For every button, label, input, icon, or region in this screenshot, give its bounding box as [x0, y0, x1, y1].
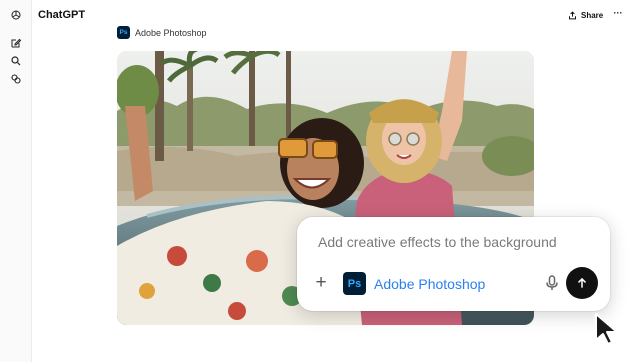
photoshop-logo-icon: Ps: [343, 272, 366, 295]
share-button[interactable]: Share: [568, 8, 603, 23]
share-icon: [569, 11, 576, 20]
apps-icon[interactable]: [8, 71, 24, 87]
search-icon[interactable]: [8, 53, 24, 69]
photoshop-logo-icon: Ps: [117, 26, 130, 39]
more-options-button[interactable]: ···: [611, 8, 625, 22]
app-attribution-label: Adobe Photoshop: [135, 27, 207, 38]
sidebar-rail: [0, 0, 32, 362]
mouse-cursor-icon: [595, 313, 618, 345]
message-composer: Add creative effects to the background +…: [297, 217, 610, 311]
send-button[interactable]: [566, 267, 598, 299]
new-chat-icon[interactable]: [8, 35, 24, 51]
share-label: Share: [581, 11, 604, 20]
app-title[interactable]: ChatGPT: [38, 9, 85, 21]
app-attribution[interactable]: Ps Adobe Photoshop: [117, 26, 207, 39]
openai-logo-icon[interactable]: [8, 7, 24, 23]
microphone-icon[interactable]: [545, 275, 559, 291]
chat-window: ChatGPT Share ··· Ps Adobe Photoshop Add…: [0, 0, 640, 362]
selected-app-label: Adobe Photoshop: [374, 275, 486, 292]
arrow-up-icon: [577, 277, 587, 288]
selected-app-chip[interactable]: Ps Adobe Photoshop: [343, 272, 485, 295]
add-attachment-button[interactable]: +: [313, 273, 329, 292]
prompt-input[interactable]: Add creative effects to the background: [318, 234, 557, 250]
